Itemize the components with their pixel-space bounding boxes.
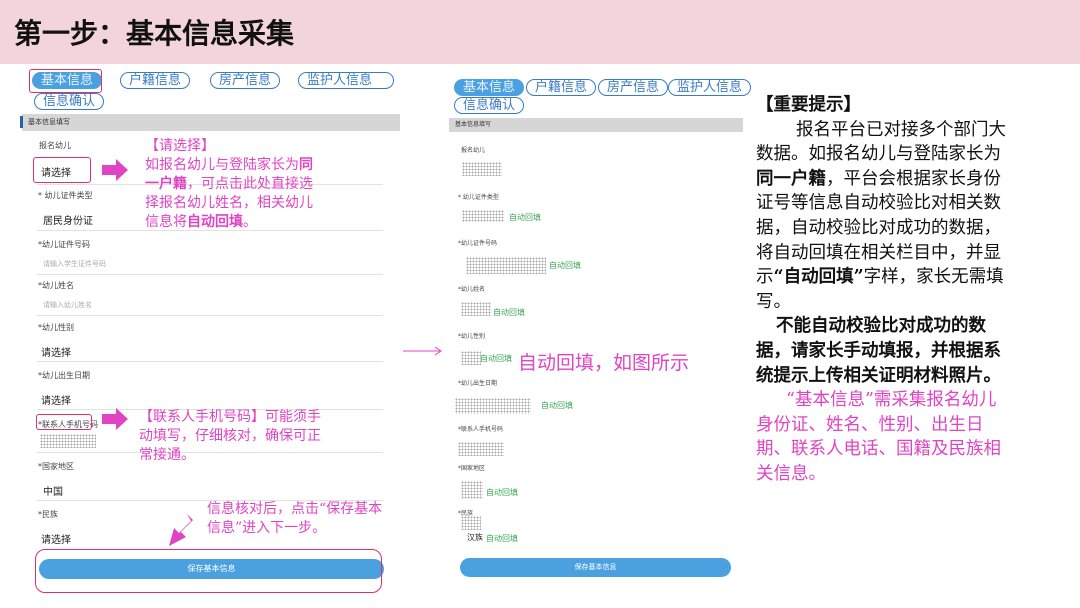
annotation-text: 动填写，仔细核对，确保可正 [139,428,321,444]
birth-date-select[interactable]: 请选择 [41,392,71,407]
note-paragraph-1: 报名平台已对接多个部门大数据。如报名幼儿与登陆家长为同一户籍，平台会根据家长身份… [756,118,1010,315]
save-basic-info-button[interactable]: 保存基本信息 [460,558,731,577]
ethnic-select[interactable]: 请选择 [41,531,71,546]
annotation-text: 【联系人手机号码】可能须手 [139,409,321,425]
gender-label: *幼儿性别 [458,333,486,340]
auto-fill-tag: 自动回填 [486,488,518,497]
tab-confirm-info[interactable]: 信息确认 [454,97,525,114]
section-header: 基本信息填写 [449,118,743,132]
id-number-label: *幼儿证件号码 [38,240,90,249]
gender-label: *幼儿性别 [38,323,74,332]
country-label: *国家地区 [458,465,486,472]
id-type-value[interactable]: 居民身份证 [43,212,93,227]
annotation-text: 信息核对后，点击“保存基本 [207,501,383,517]
phone-label: *联系人手机号码 [458,426,504,433]
annotation-text: 。 [243,214,257,230]
auto-fill-tag: 自动回填 [480,354,512,363]
divider [37,361,383,362]
child-name-masked[interactable] [462,162,502,176]
annotation-bold: 一户籍 [145,176,187,192]
right-arrow-icon [403,346,442,356]
tab-property-info[interactable]: 房产信息 [210,72,281,89]
auto-fill-tag: 自动回填 [549,261,581,270]
ethnic-value[interactable]: 汉族 [467,532,483,543]
auto-fill-tag: 自动回填 [493,308,525,317]
child-name-label: 报名幼儿 [39,141,71,150]
annotation-save: 信息核对后，点击“保存基本 信息”进入下一步。 [207,500,417,538]
auto-fill-tag: 自动回填 [509,213,541,222]
annotation-bold: 自动回填 [187,214,243,230]
note-paragraph-3: “基本信息”需采集报名幼儿身份证、姓名、性别、出生日期、联系人电话、国籍及民族相… [756,390,1001,484]
page-title: 第一步：基本信息采集 [14,17,295,50]
id-type-label: * 幼儿证件类型 [458,194,499,201]
annotation-text: ，可点击此处直接选 [187,176,313,192]
ethnic-masked [461,516,481,530]
gender-masked[interactable] [461,351,481,365]
annotation-text: 信息将 [145,214,187,230]
note-title: 【重要提示】 [756,95,861,115]
annotation-text: 常接通。 [139,447,195,463]
child-name-input[interactable]: 请输入幼儿姓名 [43,300,92,310]
pink-arrow-down-icon [169,514,193,546]
annotation-phone: 【联系人手机号码】可能须手 动填写，仔细核对，确保可正 常接通。 [139,408,354,465]
tab-property-info[interactable]: 房产信息 [598,79,669,96]
gender-select[interactable]: 请选择 [41,344,71,359]
auto-fill-tag: 自动回填 [541,401,573,410]
annotation-text: 如报名幼儿与登陆家长为 [145,157,299,173]
pink-arrow-icon [102,408,128,430]
auto-fill-caption: 自动回填，如图所示 [518,352,690,374]
annotation-text: 信息”进入下一步。 [207,520,327,536]
note-text: 报名平台已对接多个部门大数据。如报名幼儿与登陆家长为 [756,119,1006,165]
tab-guardian-info[interactable]: 监护人信息 [298,72,394,89]
annotation-text: 择报名幼儿姓名，相关幼儿 [145,195,313,211]
auto-fill-tag: 自动回填 [486,534,518,543]
country-label: *国家地区 [38,462,74,471]
divider [37,274,383,275]
id-type-masked[interactable] [462,210,504,222]
country-masked[interactable] [461,481,483,499]
section-marker [20,116,23,128]
note-bold: 同一户籍 [756,168,826,189]
birth-date-label: *幼儿出生日期 [38,371,90,380]
tab-household-info[interactable]: 户籍信息 [526,79,597,96]
annotation-select: 【请选择】 如报名幼儿与登陆家长为同 一户籍，可点击此处直接选 择报名幼儿姓名，… [145,137,345,232]
note-paragraph-2: 不能自动校验比对成功的数据，请家长手动填报，并根据系统提示上传相关证明材料照片。 [756,316,1001,386]
child-name-label: 报名幼儿 [461,147,486,154]
phone-value-masked[interactable] [40,434,96,448]
id-type-label: * 幼儿证件类型 [38,191,93,200]
ethnic-label: *民族 [38,510,58,519]
highlight-box-save [35,549,382,593]
id-number-label: *幼儿证件号码 [458,240,498,247]
tab-household-info[interactable]: 户籍信息 [120,72,191,89]
highlight-box-phone [36,414,92,430]
header-bar: 第一步：基本信息采集 [0,0,1080,64]
section-header: 基本信息填写 [22,114,400,131]
highlight-box-tab [29,69,102,93]
tab-guardian-info[interactable]: 监护人信息 [668,79,752,96]
id-number-masked[interactable] [466,257,546,274]
child-name-field-label: *幼儿姓名 [458,286,486,293]
child-name-field-label: *幼儿姓名 [38,281,74,290]
birth-date-label: *幼儿出生日期 [458,380,498,387]
tab-basic-info[interactable]: 基本信息 [454,79,525,96]
name-masked[interactable] [461,302,491,316]
country-value[interactable]: 中国 [43,483,63,498]
annotation-bold: 同 [299,157,313,173]
divider [37,315,383,316]
important-note: 【重要提示】 报名平台已对接多个部门大数据。如报名幼儿与登陆家长为同一户籍，平台… [756,93,1010,487]
id-number-input[interactable]: 请输入学生证件号码 [43,259,106,269]
note-bold: “自动回填” [773,267,864,288]
highlight-box-select [33,157,91,183]
phone-masked[interactable] [458,442,504,456]
tab-confirm-info[interactable]: 信息确认 [34,93,105,110]
annotation-select-title: 【请选择】 [145,138,215,154]
birth-date-masked[interactable] [455,398,531,414]
pink-arrow-icon [102,159,128,181]
